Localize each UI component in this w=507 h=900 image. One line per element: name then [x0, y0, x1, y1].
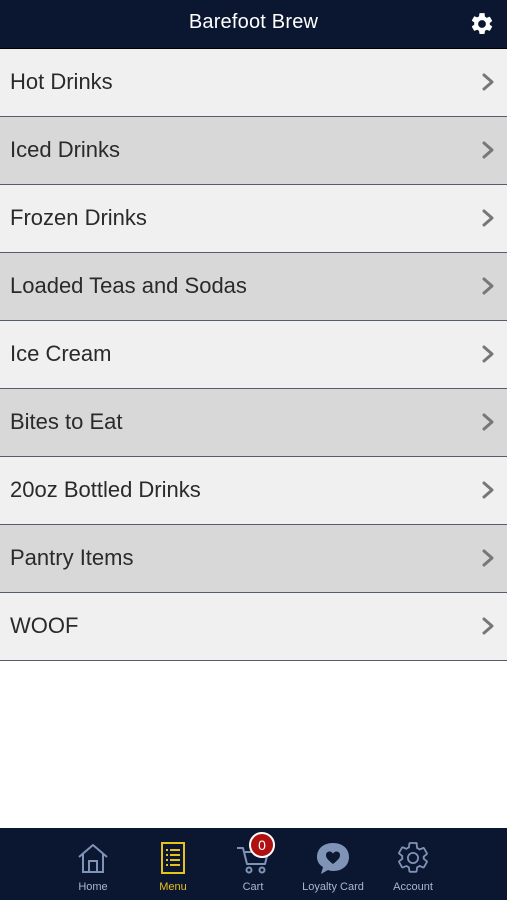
tab-home[interactable]: Home: [53, 828, 133, 900]
tab-label: Loyalty Card: [302, 881, 364, 893]
tab-label: Account: [393, 881, 433, 893]
category-label: WOOF: [10, 613, 79, 638]
page-title: Barefoot Brew: [188, 11, 319, 33]
category-label: Ice Cream: [10, 341, 112, 366]
tab-label: Cart: [242, 881, 264, 893]
category-label: Bites to Eat: [10, 409, 123, 434]
chevron-right-icon: [482, 141, 494, 159]
chevron-right-icon: [482, 345, 494, 363]
tab-label: Menu: [159, 881, 187, 893]
heart-chat-icon: [317, 843, 349, 874]
cart-count-badge: 0: [249, 832, 275, 858]
category-row-hot-drinks[interactable]: Hot Drinks: [0, 49, 507, 117]
chevron-right-icon: [482, 277, 494, 295]
gear-icon: [398, 842, 428, 873]
home-icon: [78, 844, 108, 873]
menu-list-icon: [161, 842, 185, 874]
chevron-right-icon: [482, 481, 494, 499]
category-label: Loaded Teas and Sodas: [10, 273, 247, 298]
category-row-ice-cream[interactable]: Ice Cream: [0, 321, 507, 389]
category-label: Pantry Items: [10, 545, 134, 570]
category-row-pantry-items[interactable]: Pantry Items: [0, 525, 507, 593]
tab-account[interactable]: Account: [373, 828, 453, 900]
category-label: 20oz Bottled Drinks: [10, 477, 201, 502]
tab-menu[interactable]: Menu: [133, 828, 213, 900]
category-label: Iced Drinks: [10, 137, 121, 162]
tab-cart[interactable]: 0 Cart: [213, 828, 293, 900]
app-header: Barefoot Brew: [0, 0, 507, 49]
category-label: Frozen Drinks: [10, 205, 147, 230]
chevron-right-icon: [482, 73, 494, 91]
category-row-woof[interactable]: WOOF: [0, 593, 507, 661]
category-row-bites-to-eat[interactable]: Bites to Eat: [0, 389, 507, 457]
category-row-iced-drinks[interactable]: Iced Drinks: [0, 117, 507, 185]
category-row-bottled-drinks[interactable]: 20oz Bottled Drinks: [0, 457, 507, 525]
menu-category-list: Hot Drinks Iced Drinks Frozen Drinks Loa…: [0, 49, 507, 661]
bottom-tab-bar: Home Menu 0 Cart Loyalty Card Account: [0, 828, 507, 900]
category-row-frozen-drinks[interactable]: Frozen Drinks: [0, 185, 507, 253]
chevron-right-icon: [482, 209, 494, 227]
chevron-right-icon: [482, 413, 494, 431]
category-label: Hot Drinks: [10, 69, 113, 94]
tab-label: Home: [78, 881, 108, 893]
chevron-right-icon: [482, 617, 494, 635]
chevron-right-icon: [482, 549, 494, 567]
category-row-loaded-teas-and-sodas[interactable]: Loaded Teas and Sodas: [0, 253, 507, 321]
tab-loyalty-card[interactable]: Loyalty Card: [293, 828, 373, 900]
settings-gear-icon[interactable]: [469, 11, 495, 37]
